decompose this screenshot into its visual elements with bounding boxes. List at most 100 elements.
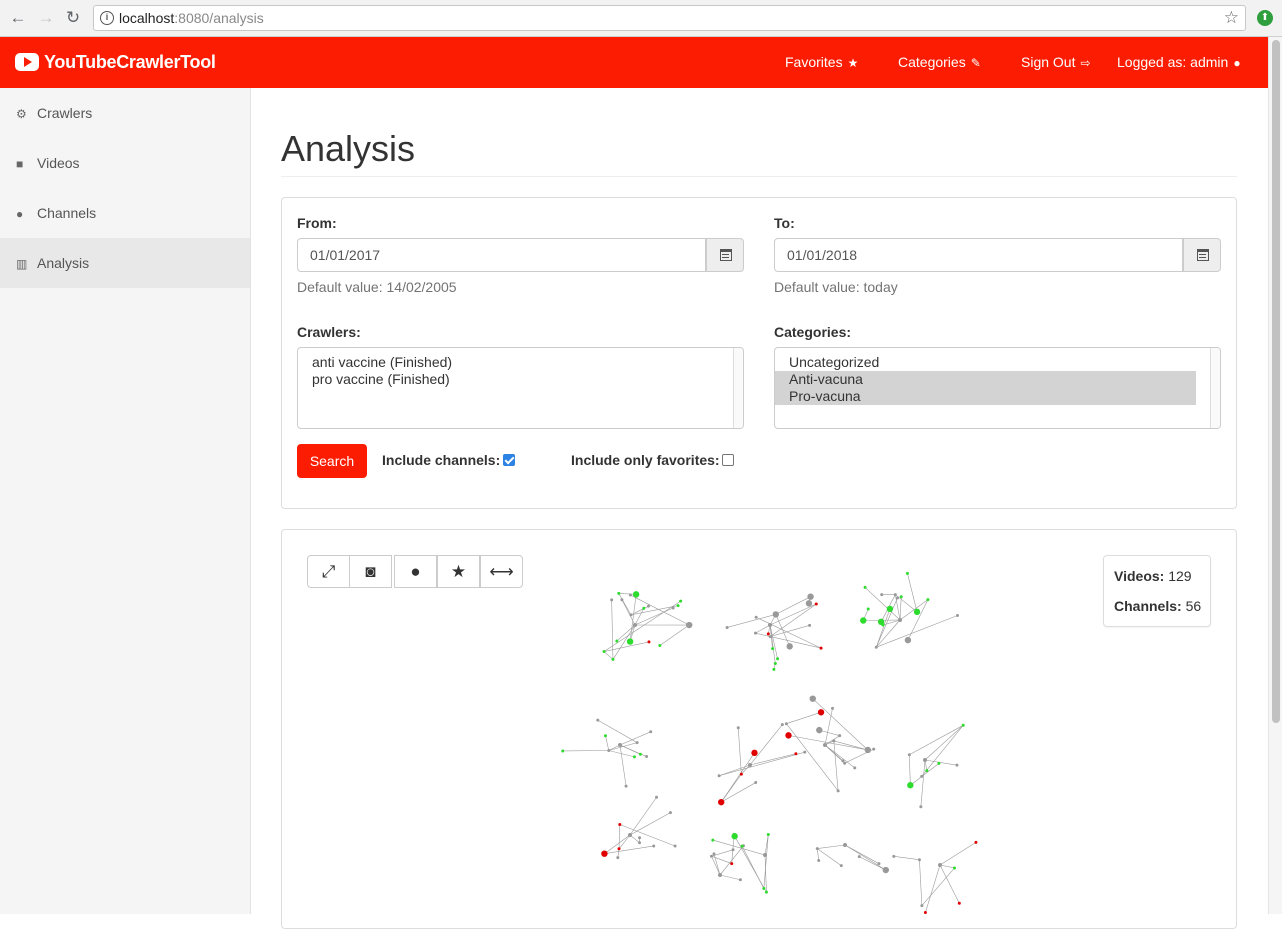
graph-node[interactable] bbox=[763, 853, 767, 857]
from-date-input[interactable] bbox=[297, 238, 706, 272]
graph-node[interactable] bbox=[925, 769, 928, 772]
graph-node[interactable] bbox=[906, 572, 909, 575]
graph-node[interactable] bbox=[718, 774, 721, 777]
to-calendar-button[interactable] bbox=[1183, 238, 1221, 272]
graph-node[interactable] bbox=[610, 598, 613, 601]
graph-node[interactable] bbox=[731, 833, 737, 839]
graph-node[interactable] bbox=[686, 622, 692, 628]
network-graph[interactable] bbox=[540, 565, 980, 914]
graph-node[interactable] bbox=[768, 623, 772, 627]
info-icon[interactable]: i bbox=[100, 11, 114, 25]
sidebar-item-crawlers[interactable]: ⚙Crawlers bbox=[0, 88, 250, 138]
crawler-option[interactable]: pro vaccine (Finished) bbox=[298, 371, 743, 388]
only-favorites-checkbox[interactable] bbox=[722, 454, 734, 466]
graph-node[interactable] bbox=[636, 741, 639, 744]
graph-node[interactable] bbox=[831, 707, 834, 710]
graph-node[interactable] bbox=[956, 614, 959, 617]
listbox-scrollbar[interactable] bbox=[733, 348, 743, 428]
graph-node[interactable] bbox=[918, 858, 921, 861]
graph-node[interactable] bbox=[958, 902, 961, 905]
graph-node[interactable] bbox=[730, 862, 733, 865]
graph-node[interactable] bbox=[880, 593, 883, 596]
graph-node[interactable] bbox=[754, 781, 757, 784]
graph-node[interactable] bbox=[561, 749, 564, 752]
graph-node[interactable] bbox=[953, 866, 956, 869]
star-icon[interactable]: ★ bbox=[437, 555, 480, 588]
nav-sign-out[interactable]: Sign Out⇨ bbox=[1021, 54, 1091, 70]
graph-node[interactable] bbox=[603, 650, 606, 653]
graph-node[interactable] bbox=[907, 782, 913, 788]
graph-node[interactable] bbox=[841, 759, 844, 762]
graph-node[interactable] bbox=[751, 750, 757, 756]
graph-node[interactable] bbox=[754, 632, 757, 635]
graph-node[interactable] bbox=[887, 606, 893, 612]
graph-node[interactable] bbox=[919, 805, 922, 808]
nav-categories[interactable]: Categories✎ bbox=[898, 54, 981, 70]
graph-node[interactable] bbox=[816, 847, 819, 850]
sidebar-item-channels[interactable]: ●Channels bbox=[0, 188, 250, 238]
graph-node[interactable] bbox=[820, 647, 823, 650]
graph-node[interactable] bbox=[773, 611, 779, 617]
graph-node[interactable] bbox=[817, 859, 820, 862]
graph-node[interactable] bbox=[877, 862, 880, 865]
graph-node[interactable] bbox=[894, 593, 897, 596]
graph-node[interactable] bbox=[774, 662, 777, 665]
graph-node[interactable] bbox=[818, 709, 824, 715]
graph-node[interactable] bbox=[679, 600, 682, 603]
graph-node[interactable] bbox=[786, 643, 792, 649]
graph-node[interactable] bbox=[920, 775, 923, 778]
graph-node[interactable] bbox=[865, 747, 871, 753]
graph-node[interactable] bbox=[864, 586, 867, 589]
crawler-option[interactable]: anti vaccine (Finished) bbox=[298, 354, 743, 371]
graph-node[interactable] bbox=[639, 753, 642, 756]
graph-node[interactable] bbox=[926, 598, 929, 601]
nav-favorites[interactable]: Favorites★ bbox=[785, 54, 858, 70]
address-bar[interactable]: i localhost:8080/analysis ☆ bbox=[93, 5, 1246, 31]
graph-node[interactable] bbox=[920, 904, 923, 907]
page-scrollbar[interactable] bbox=[1268, 37, 1282, 914]
back-icon[interactable]: ← bbox=[8, 8, 28, 28]
graph-node[interactable] bbox=[604, 734, 607, 737]
graph-node[interactable] bbox=[843, 843, 847, 847]
graph-node[interactable] bbox=[649, 730, 652, 733]
graph-node[interactable] bbox=[677, 604, 680, 607]
graph-node[interactable] bbox=[767, 833, 770, 836]
graph-node[interactable] bbox=[740, 773, 743, 776]
url-text[interactable]: localhost:8080/analysis bbox=[119, 10, 264, 26]
graph-node[interactable] bbox=[718, 799, 724, 805]
graph-node[interactable] bbox=[896, 596, 899, 599]
graph-node[interactable] bbox=[823, 743, 827, 747]
expand-icon[interactable]: ⤢ bbox=[307, 555, 350, 588]
graph-node[interactable] bbox=[867, 608, 870, 611]
graph-node[interactable] bbox=[892, 855, 895, 858]
camera-icon[interactable]: ◙ bbox=[349, 555, 392, 588]
graph-node[interactable] bbox=[810, 695, 816, 701]
graph-node[interactable] bbox=[938, 863, 942, 867]
graph-node[interactable] bbox=[617, 592, 620, 595]
graph-node[interactable] bbox=[655, 796, 658, 799]
graph-node[interactable] bbox=[772, 668, 775, 671]
graph-node[interactable] bbox=[853, 766, 856, 769]
graph-node[interactable] bbox=[726, 626, 729, 629]
graph-node[interactable] bbox=[741, 845, 744, 848]
extension-icon[interactable]: ⬆ bbox=[1257, 10, 1273, 26]
graph-node[interactable] bbox=[905, 637, 911, 643]
graph-node[interactable] bbox=[674, 844, 677, 847]
scrollbar-thumb[interactable] bbox=[1272, 40, 1280, 723]
from-calendar-button[interactable] bbox=[706, 238, 744, 272]
graph-node[interactable] bbox=[642, 607, 645, 610]
graph-node[interactable] bbox=[765, 891, 768, 894]
search-button[interactable]: Search bbox=[297, 444, 367, 478]
graph-node[interactable] bbox=[627, 638, 633, 644]
graph-node[interactable] bbox=[647, 640, 650, 643]
graph-node[interactable] bbox=[652, 844, 655, 847]
graph-node[interactable] bbox=[776, 657, 779, 660]
graph-node[interactable] bbox=[955, 764, 958, 767]
graph-node[interactable] bbox=[633, 623, 637, 627]
graph-node[interactable] bbox=[767, 632, 770, 635]
graph-node[interactable] bbox=[858, 855, 861, 858]
circle-icon[interactable]: ● bbox=[394, 555, 437, 588]
graph-node[interactable] bbox=[923, 758, 927, 762]
graph-node[interactable] bbox=[618, 743, 622, 747]
graph-node[interactable] bbox=[672, 607, 675, 610]
